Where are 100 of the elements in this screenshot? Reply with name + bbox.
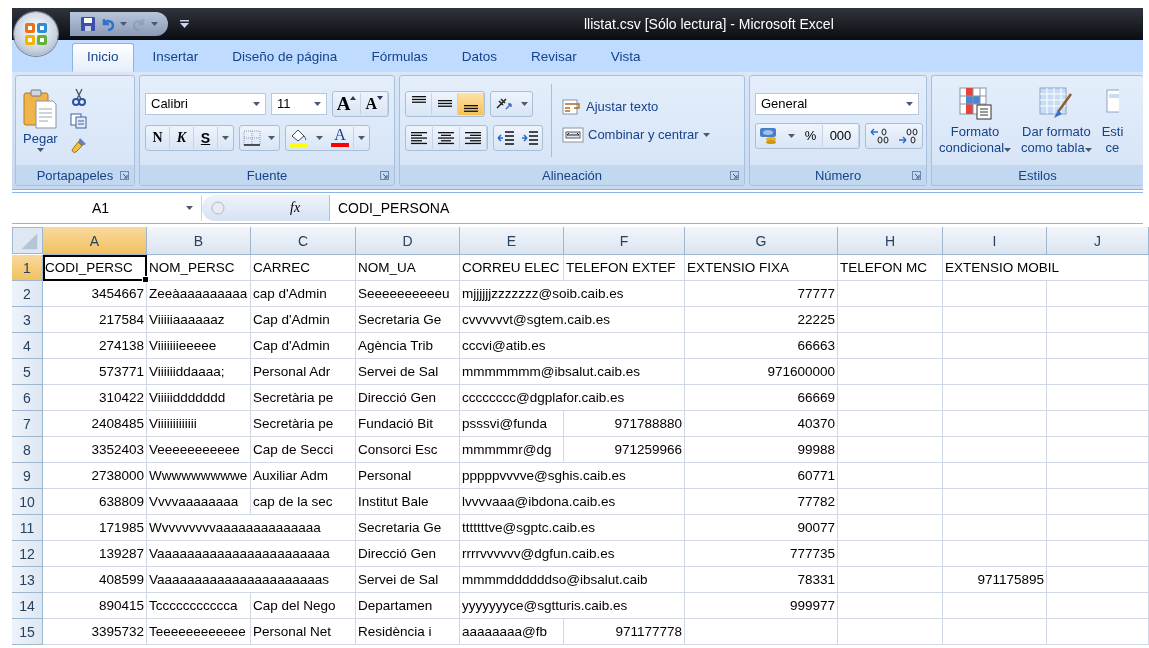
grow-font-button[interactable]: A — [332, 92, 362, 115]
table-cell: aaaaaaaa@fb — [460, 619, 564, 645]
row-header[interactable]: 2 — [12, 281, 43, 307]
ribbon-tab[interactable]: Vista — [595, 43, 656, 72]
table-cell: 99988 — [685, 437, 838, 463]
table-cell: 66663 — [685, 333, 838, 359]
column-header[interactable]: J — [1047, 227, 1149, 255]
row-header[interactable]: 15 — [12, 619, 43, 645]
row-header[interactable]: 14 — [12, 593, 43, 619]
caret-icon — [1004, 147, 1012, 152]
dialog-launcher-icon[interactable] — [120, 170, 129, 180]
shrink-font-button[interactable]: A — [361, 92, 388, 115]
borders-icon[interactable] — [243, 129, 261, 146]
paint-bucket-icon[interactable] — [289, 128, 309, 147]
row-header[interactable]: 5 — [12, 359, 43, 385]
column-header[interactable]: B — [147, 227, 251, 255]
conditional-format-icon — [958, 85, 992, 120]
row-header[interactable]: 10 — [12, 489, 43, 515]
number-format-field[interactable]: General — [755, 92, 919, 115]
table-cell: Cap d'Admin — [251, 333, 356, 359]
table-cell: 408599 — [43, 567, 147, 593]
name-box[interactable]: A1 — [12, 195, 202, 221]
ribbon-tab[interactable]: Diseño de página — [217, 43, 353, 72]
table-cell: Teeeeeeeeeeee — [147, 619, 251, 645]
ribbon-tab[interactable]: Fórmulas — [356, 43, 443, 72]
caret-icon — [316, 135, 323, 140]
decrease-decimal-icon[interactable] — [897, 126, 919, 145]
undo-dropdown-icon — [120, 22, 127, 26]
save-icon[interactable] — [80, 16, 96, 32]
increase-decimal-icon[interactable] — [869, 126, 891, 145]
decrease-indent-icon[interactable] — [497, 129, 515, 146]
table-cell: cccvi@atib.es — [460, 333, 685, 359]
formula-field[interactable]: CODI_PERSONA — [330, 200, 1143, 216]
column-header[interactable]: G — [685, 227, 838, 255]
caret-icon — [1084, 147, 1092, 152]
table-cell: 890415 — [43, 593, 147, 619]
table-cell: Viiiiiiddaaaa; — [147, 359, 251, 385]
table-cell: 2738000 — [43, 463, 147, 489]
style-button[interactable]: Formato condicional — [937, 83, 1014, 158]
table-cell: 971788880 — [564, 411, 685, 437]
bold-button[interactable]: N — [146, 126, 170, 149]
dialog-launcher-icon[interactable] — [730, 170, 739, 180]
row-header[interactable]: 7 — [12, 411, 43, 437]
merge-center-button[interactable]: Combinar y centrar — [560, 124, 712, 145]
customize-toolbar-icon[interactable] — [180, 20, 189, 28]
row-header[interactable]: 12 — [12, 541, 43, 567]
column-header[interactable]: H — [838, 227, 943, 255]
style-button[interactable]: Esti ce — [1099, 83, 1126, 158]
row-header[interactable]: 3 — [12, 307, 43, 333]
ribbon-tab[interactable]: Insertar — [137, 43, 214, 72]
underline-button[interactable]: S — [194, 126, 218, 149]
paintbrush-icon[interactable] — [69, 135, 88, 154]
table-cell: 971175895 — [943, 567, 1047, 593]
table-cell: mmmmddddddso@ibsalut.caib — [460, 567, 685, 593]
office-button[interactable] — [14, 12, 58, 56]
table-cell: Consorci Esc — [356, 437, 460, 463]
font-family-field[interactable]: Calibri — [145, 92, 267, 115]
vertical-align-button[interactable] — [458, 92, 484, 115]
italic-button[interactable]: K — [170, 126, 194, 149]
increase-indent-icon[interactable] — [521, 129, 539, 146]
table-cell: CODI_PERSC — [43, 255, 147, 281]
row-header[interactable]: 4 — [12, 333, 43, 359]
column-header[interactable]: I — [943, 227, 1047, 255]
table-cell: Wwwwwwwwwe — [147, 463, 251, 489]
dialog-launcher-icon[interactable] — [380, 170, 389, 180]
column-header[interactable]: F — [564, 227, 685, 255]
formula-bar-handle-icon[interactable] — [210, 200, 226, 216]
row-header[interactable]: 11 — [12, 515, 43, 541]
ribbon-tab[interactable]: Revisar — [515, 43, 592, 72]
row-header[interactable]: 8 — [12, 437, 43, 463]
table-cell: 971259966 — [564, 437, 685, 463]
copy-icon[interactable] — [69, 112, 88, 129]
table-cell: Viiiiiddddddd — [147, 385, 251, 411]
wrap-text-button[interactable]: Ajustar texto — [560, 96, 661, 117]
insert-function-button[interactable]: fx — [290, 200, 301, 216]
scissors-icon[interactable] — [70, 87, 87, 106]
column-header[interactable]: E — [460, 227, 564, 255]
group-label: Fuente — [246, 167, 288, 183]
row-header[interactable]: 1 — [12, 255, 43, 281]
up-caret-icon — [350, 95, 357, 100]
ribbon-tab[interactable]: Inicio — [72, 43, 134, 72]
thousands-separator-button[interactable]: 000 — [823, 124, 859, 147]
paste-button[interactable]: Pegar — [21, 87, 60, 154]
row-header[interactable]: 6 — [12, 385, 43, 411]
caret-icon — [186, 206, 193, 210]
column-header[interactable]: A — [43, 227, 147, 255]
dialog-launcher-icon[interactable] — [912, 170, 921, 180]
table-cell: Wvvvvvvvvaaaaaaaaaaaaaa — [147, 515, 356, 541]
text-orientation-icon[interactable] — [494, 95, 514, 112]
table-cell: 971177778 — [564, 619, 685, 645]
row-header[interactable]: 13 — [12, 567, 43, 593]
table-cell: EXTENSIO FIXA — [685, 255, 838, 281]
column-header[interactable]: D — [356, 227, 460, 255]
caret-icon — [358, 135, 365, 140]
row-header[interactable]: 9 — [12, 463, 43, 489]
font-size-field[interactable]: 11 — [271, 92, 327, 115]
ribbon-tab[interactable]: Datos — [446, 43, 512, 72]
table-cell: EXTENSIO MOBIL — [943, 255, 1149, 281]
style-button[interactable]: Dar formato como tabla — [1019, 83, 1094, 158]
column-header[interactable]: C — [251, 227, 356, 255]
